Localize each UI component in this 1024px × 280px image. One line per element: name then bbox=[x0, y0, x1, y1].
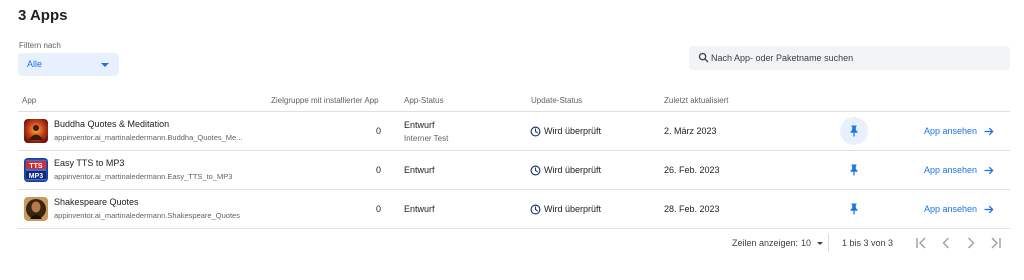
rows-per-page-select[interactable]: 10 bbox=[801, 236, 827, 250]
clock-icon bbox=[530, 126, 541, 137]
arrow-right-icon bbox=[984, 205, 994, 214]
last-updated-date: 26. Feb. 2023 bbox=[664, 165, 720, 175]
first-page-button[interactable] bbox=[913, 235, 929, 251]
col-header-update-status: Update-Status bbox=[531, 96, 583, 105]
view-app-label: App ansehen bbox=[924, 165, 978, 175]
app-package: appinventor.ai_martinaledermann.Easy_TTS… bbox=[54, 172, 233, 181]
pin-button[interactable] bbox=[840, 156, 868, 184]
shakespeare-app-icon bbox=[24, 197, 48, 221]
table-row[interactable]: Shakespeare Quotes appinventor.ai_martin… bbox=[18, 190, 1010, 228]
col-header-last-updated: Zuletzt aktualisiert bbox=[664, 96, 729, 105]
view-app-link[interactable]: App ansehen bbox=[924, 126, 994, 136]
col-header-app-status: App-Status bbox=[404, 96, 444, 105]
view-app-link[interactable]: App ansehen bbox=[924, 204, 994, 214]
arrow-right-icon bbox=[984, 127, 994, 136]
rows-per-page-label: Zeilen anzeigen: bbox=[732, 238, 799, 248]
table-row[interactable]: Buddha Quotes & Meditation appinventor.a… bbox=[18, 112, 1010, 150]
svg-text:MP3: MP3 bbox=[29, 173, 44, 180]
pin-button[interactable] bbox=[840, 117, 868, 145]
search-icon bbox=[698, 52, 709, 63]
chevron-left-icon bbox=[942, 237, 949, 249]
page-range: 1 bis 3 von 3 bbox=[842, 238, 894, 248]
arrow-right-icon bbox=[984, 166, 994, 175]
app-status: Entwurf bbox=[404, 120, 435, 130]
svg-text:TTS: TTS bbox=[29, 163, 43, 170]
app-package: appinventor.ai_martinaledermann.Buddha_Q… bbox=[54, 133, 243, 142]
update-status-text: Wird überprüft bbox=[544, 165, 602, 175]
app-status: Entwurf bbox=[404, 165, 435, 175]
view-app-link[interactable]: App ansehen bbox=[924, 165, 994, 175]
clock-icon bbox=[530, 165, 541, 176]
audience-count: 0 bbox=[375, 165, 381, 175]
table-bottom-divider bbox=[18, 228, 1010, 229]
view-app-label: App ansehen bbox=[924, 204, 978, 214]
app-name: Shakespeare Quotes bbox=[54, 197, 139, 207]
last-updated-date: 2. März 2023 bbox=[664, 126, 717, 136]
dropdown-caret-icon bbox=[101, 63, 109, 67]
col-header-audience: Zielgruppe mit installierter App bbox=[271, 96, 379, 105]
search-input[interactable] bbox=[711, 48, 1001, 68]
app-name: Buddha Quotes & Meditation bbox=[54, 119, 170, 129]
buddha-app-icon bbox=[24, 119, 48, 143]
filter-value: Alle bbox=[27, 59, 43, 69]
pin-button[interactable] bbox=[840, 195, 868, 223]
view-app-label: App ansehen bbox=[924, 126, 978, 136]
app-name: Easy TTS to MP3 bbox=[54, 158, 125, 168]
table-row[interactable]: TTS MP3 Easy TTS to MP3 appinventor.ai_m… bbox=[18, 151, 1010, 189]
rows-per-page-value: 10 bbox=[801, 238, 812, 248]
update-status-text: Wird überprüft bbox=[544, 126, 602, 136]
previous-page-button[interactable] bbox=[938, 235, 954, 251]
filter-dropdown[interactable]: Alle bbox=[18, 53, 119, 76]
chevron-right-icon bbox=[968, 237, 975, 249]
tts-mp3-app-icon: TTS MP3 bbox=[24, 158, 48, 182]
update-status-text: Wird überprüft bbox=[544, 204, 602, 214]
search-box[interactable] bbox=[689, 46, 1010, 70]
pager-separator bbox=[828, 234, 829, 252]
app-status: Entwurf bbox=[404, 204, 435, 214]
audience-count: 0 bbox=[375, 204, 381, 214]
app-status-track: Interner Test bbox=[404, 134, 449, 143]
first-page-icon bbox=[916, 237, 926, 249]
dropdown-caret-icon bbox=[817, 242, 823, 245]
page-title: 3 Apps bbox=[18, 7, 68, 24]
last-page-icon bbox=[991, 237, 1001, 249]
pin-icon bbox=[850, 203, 858, 215]
app-package: appinventor.ai_martinaledermann.Shakespe… bbox=[54, 211, 240, 220]
pin-icon bbox=[850, 164, 858, 176]
pin-icon bbox=[850, 125, 858, 137]
col-header-app: App bbox=[22, 96, 37, 105]
clock-icon bbox=[530, 204, 541, 215]
audience-count: 0 bbox=[375, 126, 381, 136]
filter-label: Filtern nach bbox=[19, 41, 61, 50]
last-updated-date: 28. Feb. 2023 bbox=[664, 204, 720, 214]
last-page-button[interactable] bbox=[988, 235, 1004, 251]
next-page-button[interactable] bbox=[963, 235, 979, 251]
